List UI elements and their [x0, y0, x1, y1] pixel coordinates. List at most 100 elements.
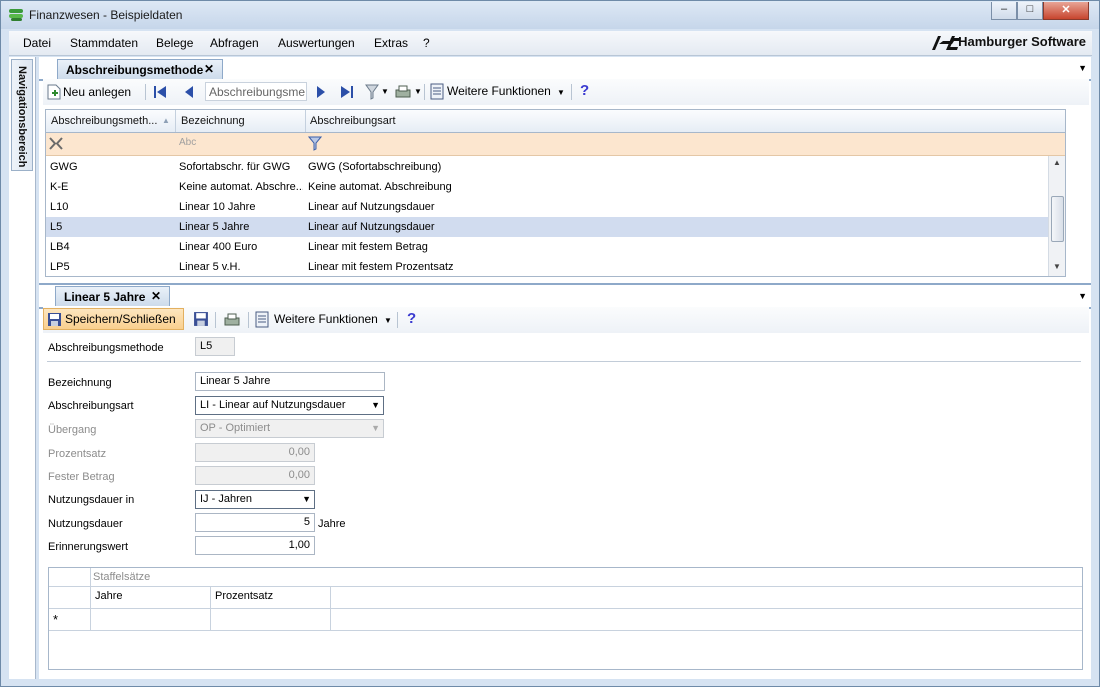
life-unit-label: Nutzungsdauer in [48, 494, 135, 506]
list-tab-strip: Abschreibungsmethode ✕ ▼ [39, 57, 1091, 81]
title-bar: Finanzwesen - Beispieldaten – □ ✕ [1, 1, 1099, 29]
column-header-abschreibungsart[interactable]: Abschreibungsart [310, 115, 396, 127]
life-unit-suffix: Jahre [318, 518, 346, 530]
tab-label: Abschreibungsmethode [66, 63, 204, 77]
filter-dropdown-icon[interactable]: ▼ [381, 87, 389, 96]
new-row-marker: * [53, 612, 59, 627]
fixed-amount-label: Fester Betrag [48, 471, 115, 483]
table-row[interactable]: GWG Sofortabschr. für GWG GWG (Sofortabs… [46, 157, 1065, 177]
tab-abschreibungsmethode[interactable]: Abschreibungsmethode ✕ [57, 59, 223, 79]
help-icon[interactable]: ? [580, 82, 589, 99]
life-input[interactable]: 5 [195, 513, 315, 532]
transition-select: OP - Optimiert ▼ [195, 419, 384, 438]
minimize-button[interactable]: – [991, 2, 1017, 20]
more-functions-dropdown-icon[interactable]: ▼ [384, 316, 392, 325]
staffel-new-row[interactable] [91, 609, 1081, 630]
table-row[interactable]: K-E Keine automat. Abschre... Keine auto… [46, 177, 1065, 197]
menu-help[interactable]: ? [423, 36, 430, 50]
menu-belege[interactable]: Belege [156, 36, 193, 50]
column-filter-icon[interactable] [308, 136, 322, 151]
transition-label: Übergang [48, 424, 97, 436]
table-row[interactable]: LB4 Linear 400 Euro Linear mit festem Be… [46, 237, 1065, 257]
method-field: L5 [195, 337, 235, 356]
tab-dropdown-icon[interactable]: ▼ [1078, 291, 1087, 301]
close-button[interactable]: ✕ [1043, 2, 1089, 20]
print-icon[interactable] [223, 312, 241, 328]
menu-abfragen[interactable]: Abfragen [210, 36, 259, 50]
application-window: Finanzwesen - Beispieldaten – □ ✕ Datei … [0, 0, 1100, 687]
help-icon[interactable]: ? [407, 310, 416, 327]
scroll-up-icon[interactable]: ▲ [1053, 158, 1061, 167]
text-filter-icon: Abc [179, 137, 197, 148]
fixed-amount-input: 0,00 [195, 466, 315, 485]
type-select[interactable]: LI - Linear auf Nutzungsdauer ▼ [195, 396, 384, 415]
reminder-input[interactable]: 1,00 [195, 536, 315, 555]
save-icon[interactable] [193, 311, 209, 327]
first-record-icon[interactable] [153, 85, 167, 99]
more-functions-dropdown-icon[interactable]: ▼ [557, 88, 565, 97]
table-row[interactable]: LP5 Linear 5 v.H. Linear mit festem Proz… [46, 257, 1065, 277]
column-header-method[interactable]: Abschreibungsmeth... [51, 115, 157, 127]
tab-dropdown-icon[interactable]: ▼ [1078, 63, 1087, 73]
percent-label: Prozentsatz [48, 448, 107, 460]
scroll-thumb[interactable] [1051, 196, 1064, 242]
table-row[interactable]: L10 Linear 10 Jahre Linear auf Nutzungsd… [46, 197, 1065, 217]
save-close-button[interactable]: Speichern/Schließen [43, 308, 184, 330]
scroll-down-icon[interactable]: ▼ [1053, 262, 1061, 271]
method-label: Abschreibungsmethode [48, 342, 164, 354]
staffel-column-jahre[interactable]: Jahre [95, 590, 123, 602]
form-divider [47, 361, 1081, 362]
print-icon[interactable] [394, 84, 412, 100]
chevron-down-icon: ▼ [371, 400, 380, 410]
print-dropdown-icon[interactable]: ▼ [414, 87, 422, 96]
grid-header: Abschreibungsmeth... ▲ Bezeichnung Absch… [46, 110, 1065, 133]
menu-stammdaten[interactable]: Stammdaten [70, 36, 138, 50]
menu-bar: Datei Stammdaten Belege Abfragen Auswert… [9, 31, 1092, 56]
name-input[interactable]: Linear 5 Jahre [195, 372, 385, 391]
chevron-down-icon: ▼ [302, 494, 311, 504]
record-search-input[interactable]: Abschreibungsme [205, 82, 307, 101]
new-document-icon [47, 84, 61, 100]
filter-icon[interactable] [365, 84, 379, 100]
brand-name: Hamburger Software [958, 34, 1086, 49]
more-functions-button[interactable]: Weitere Funktionen [447, 84, 551, 98]
menu-datei[interactable]: Datei [23, 36, 51, 50]
maximize-button[interactable]: □ [1017, 2, 1043, 20]
staffel-column-prozentsatz[interactable]: Prozentsatz [215, 590, 273, 602]
last-record-icon[interactable] [340, 85, 354, 99]
percent-input: 0,00 [195, 443, 315, 462]
next-record-icon[interactable] [316, 85, 326, 99]
clear-filter-icon[interactable] [49, 137, 63, 150]
more-functions-button[interactable]: Weitere Funktionen [274, 312, 378, 326]
sort-ascending-icon: ▲ [162, 116, 170, 125]
functions-icon [430, 83, 444, 100]
navigation-tab[interactable]: Navigationsbereich [11, 59, 33, 171]
close-tab-icon[interactable]: ✕ [151, 289, 161, 303]
menu-extras[interactable]: Extras [374, 36, 408, 50]
filter-row[interactable]: Abc [46, 133, 1065, 156]
tab-linear-5-jahre[interactable]: Linear 5 Jahre ✕ [55, 286, 170, 306]
life-label: Nutzungsdauer [48, 518, 123, 530]
navigation-label: Navigationsbereich [16, 66, 28, 168]
table-row-selected[interactable]: L5 Linear 5 Jahre Linear auf Nutzungsdau… [46, 217, 1048, 237]
navigation-panel: Navigationsbereich [9, 57, 36, 679]
functions-icon [255, 311, 269, 328]
list-toolbar: Neu anlegen Abschreibungsme ▼ ▼ Weitere … [43, 79, 1089, 105]
column-header-bezeichnung[interactable]: Bezeichnung [181, 115, 245, 127]
new-button[interactable]: Neu anlegen [63, 85, 131, 99]
staffel-title: Staffelsätze [93, 571, 151, 583]
staffel-grid: Staffelsätze Jahre Prozentsatz * [48, 567, 1083, 670]
life-unit-select[interactable]: IJ - Jahren ▼ [195, 490, 315, 509]
methods-grid: Abschreibungsmeth... ▲ Bezeichnung Absch… [45, 109, 1066, 277]
grid-scrollbar[interactable]: ▲ ▼ [1048, 156, 1065, 276]
save-close-icon [48, 313, 61, 326]
close-tab-icon[interactable]: ✕ [204, 62, 214, 76]
chevron-down-icon: ▼ [371, 423, 380, 433]
detail-tab-strip: Linear 5 Jahre ✕ ▼ [39, 283, 1091, 309]
menu-auswertungen[interactable]: Auswertungen [278, 36, 355, 50]
content-area: Abschreibungsmethode ✕ ▼ Neu anlegen Abs… [39, 57, 1091, 679]
name-label: Bezeichnung [48, 377, 112, 389]
window-title: Finanzwesen - Beispieldaten [29, 8, 183, 22]
previous-record-icon[interactable] [184, 85, 194, 99]
type-label: Abschreibungsart [48, 400, 134, 412]
